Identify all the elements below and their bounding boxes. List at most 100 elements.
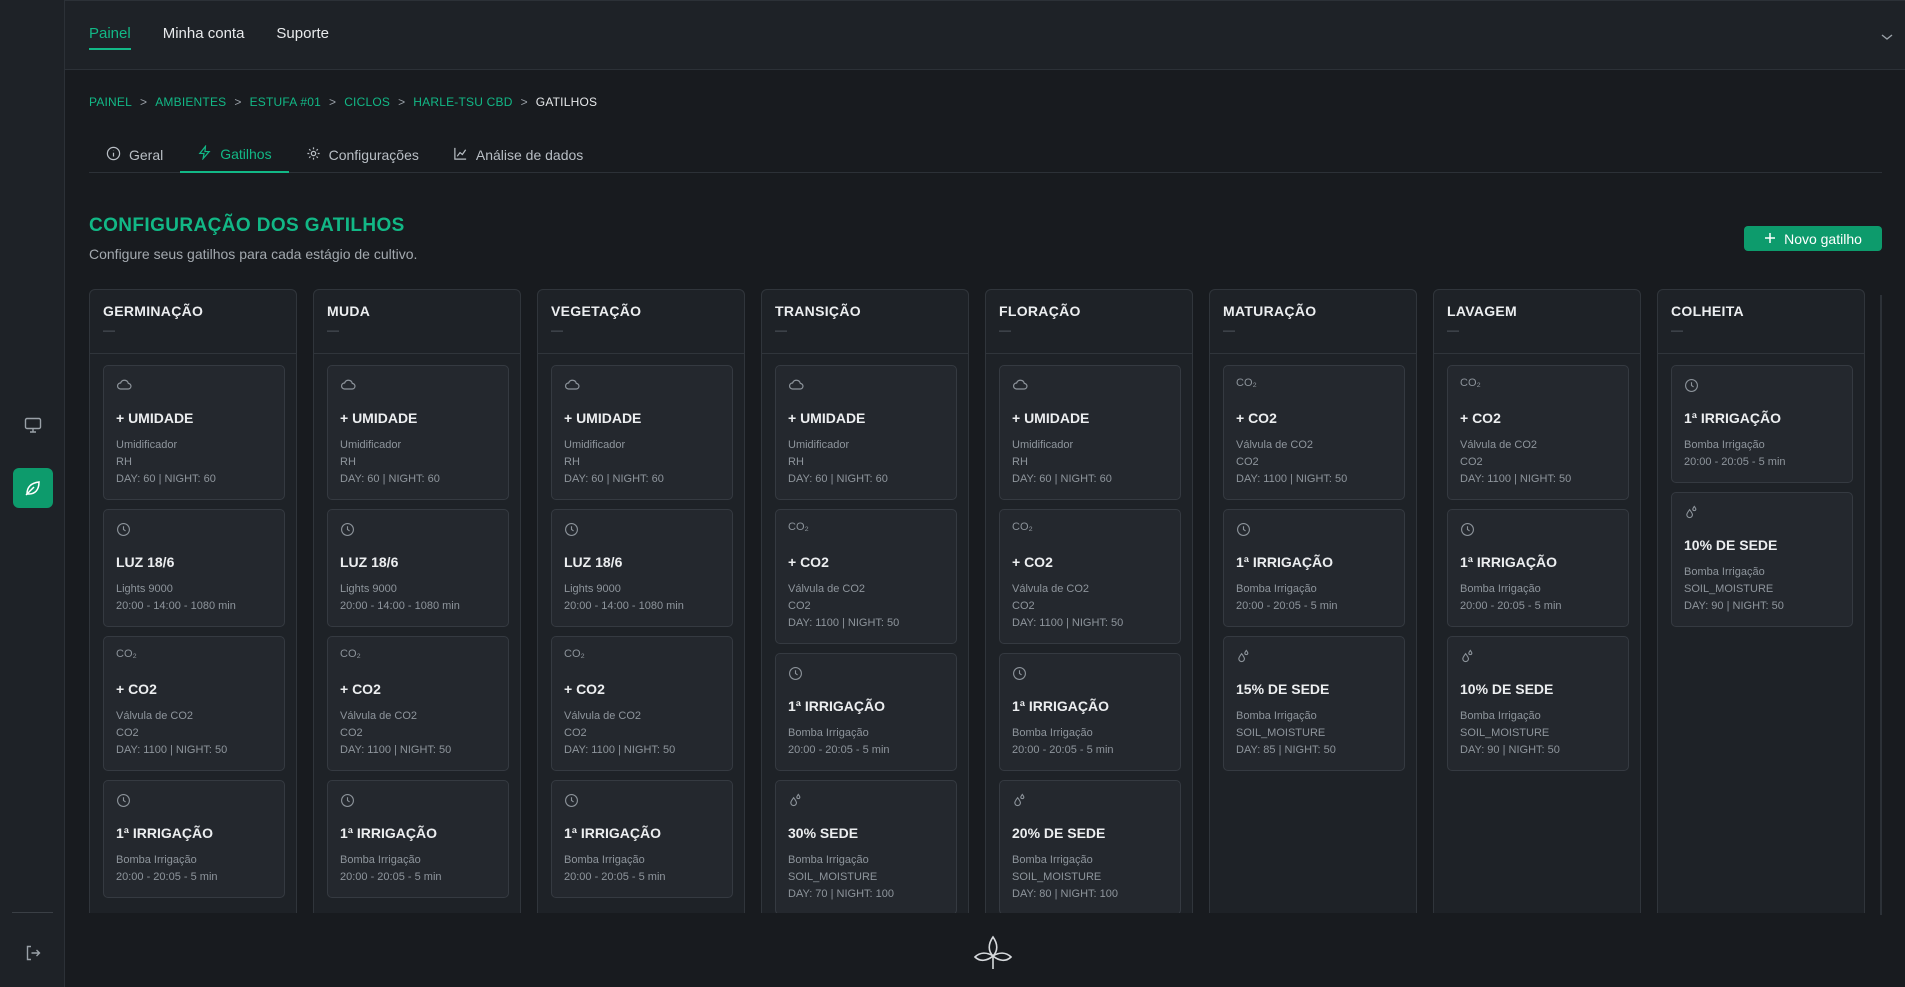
- chart-line-icon: [453, 146, 468, 164]
- trigger-card[interactable]: LUZ 18/6 Lights 9000 20:00 - 14:00 - 1080 …: [327, 509, 509, 627]
- logout-icon[interactable]: [13, 933, 53, 973]
- trigger-card[interactable]: CO₂ + CO2 Válvula de CO2 CO2 DAY: 1100 | NIG…: [775, 509, 957, 644]
- clock-icon: [1684, 378, 1702, 394]
- trigger-detail: DAY: 1100 | NIGHT: 50: [1460, 473, 1572, 485]
- stage-dash: —: [999, 323, 1011, 337]
- trigger-title: LUZ 18/6: [116, 554, 175, 570]
- trigger-card[interactable]: 1ª IRRIGAÇÃO Bomba Irrigação 20:00 - 20:05…: [103, 780, 285, 898]
- trigger-card[interactable]: 1ª IRRIGAÇÃO Bomba Irrigação 20:00 - 20:05…: [1223, 509, 1405, 627]
- trigger-detail: Bomba Irrigação: [1460, 710, 1541, 722]
- tab-gatilhos[interactable]: Gatilhos: [180, 136, 289, 173]
- breadcrumb-ambientes[interactable]: AMBIENTES: [155, 95, 226, 109]
- trigger-card[interactable]: 30% SEDE Bomba Irrigação SOIL_MOISTURE DAY:…: [775, 780, 957, 913]
- stage-dash: —: [1447, 323, 1459, 337]
- drops-icon: [1460, 649, 1478, 665]
- trigger-card[interactable]: 1ª IRRIGAÇÃO Bomba Irrigação 20:00 - 20:05…: [1447, 509, 1629, 627]
- trigger-detail: Bomba Irrigação: [116, 854, 197, 866]
- trigger-card[interactable]: LUZ 18/6 Lights 9000 20:00 - 14:00 - 1080 …: [103, 509, 285, 627]
- trigger-title: 10% DE SEDE: [1684, 537, 1778, 553]
- top-bar: Painel Minha conta Suporte: [65, 0, 1905, 70]
- stage-dash: —: [1223, 323, 1235, 337]
- stage-header: LAVAGEM —: [1434, 290, 1640, 354]
- chevron-down-icon[interactable]: [1881, 29, 1893, 47]
- trigger-title: + CO2: [788, 554, 829, 570]
- logo-icon: [972, 934, 1014, 977]
- trigger-card[interactable]: 1ª IRRIGAÇÃO Bomba Irrigação 20:00 - 20:05…: [775, 653, 957, 771]
- gear-icon: [306, 146, 321, 164]
- nav-minha-conta[interactable]: Minha conta: [163, 25, 245, 50]
- trigger-detail: DAY: 1100 | NIGHT: 50: [116, 744, 228, 756]
- trigger-detail: RH: [1012, 456, 1028, 468]
- cloud-icon: [564, 378, 582, 394]
- cloud-icon: [788, 378, 806, 394]
- trigger-detail: Bomba Irrigação: [1236, 583, 1317, 595]
- monitor-icon[interactable]: [13, 405, 53, 445]
- leaf-icon[interactable]: [13, 468, 53, 508]
- trigger-card[interactable]: LUZ 18/6 Lights 9000 20:00 - 14:00 - 1080 …: [551, 509, 733, 627]
- co2-icon: CO₂: [116, 648, 137, 660]
- breadcrumb-painel[interactable]: PAINEL: [89, 95, 132, 109]
- trigger-card[interactable]: 1ª IRRIGAÇÃO Bomba Irrigação 20:00 - 20:05…: [327, 780, 509, 898]
- breadcrumb: PAINEL > AMBIENTES > ESTUFA #01 > CICLOS…: [89, 95, 597, 109]
- trigger-card[interactable]: + UMIDADE Umidificador RH DAY: 60 | NIGHT: …: [551, 365, 733, 500]
- drops-icon: [788, 793, 806, 809]
- nav-painel[interactable]: Painel: [89, 25, 131, 50]
- trigger-card[interactable]: + UMIDADE Umidificador RH DAY: 60 | NIGHT: …: [327, 365, 509, 500]
- trigger-detail: Válvula de CO2: [340, 710, 418, 722]
- stage-column: TRANSIÇÃO — + UMIDADE Umidificador RH DAY: 60…: [761, 289, 969, 913]
- tab-analise[interactable]: Análise de dados: [436, 136, 600, 173]
- trigger-title: 20% DE SEDE: [1012, 825, 1106, 841]
- stage-dash: —: [327, 323, 339, 337]
- trigger-card[interactable]: + UMIDADE Umidificador RH DAY: 60 | NIGHT: …: [103, 365, 285, 500]
- trigger-detail: DAY: 1100 | NIGHT: 50: [788, 617, 900, 629]
- clock-icon: [116, 522, 134, 538]
- trigger-title: LUZ 18/6: [564, 554, 623, 570]
- rail-divider: [12, 912, 53, 913]
- trigger-detail: Válvula de CO2: [1460, 439, 1538, 451]
- trigger-card[interactable]: CO₂ + CO2 Válvula de CO2 CO2 DAY: 1100 | NIG…: [999, 509, 1181, 644]
- trigger-card[interactable]: 1ª IRRIGAÇÃO Bomba Irrigação 20:00 - 20:05…: [999, 653, 1181, 771]
- trigger-title: 15% DE SEDE: [1236, 681, 1330, 697]
- tab-configuracoes[interactable]: Configurações: [289, 136, 436, 173]
- trigger-detail: RH: [564, 456, 580, 468]
- trigger-detail: RH: [788, 456, 804, 468]
- stages-board: GERMINAÇÃO — + UMIDADE Umidificador RH DAY: 6…: [89, 289, 1882, 913]
- trigger-card[interactable]: 15% DE SEDE Bomba Irrigação SOIL_MOISTURE D…: [1223, 636, 1405, 771]
- trigger-card[interactable]: 10% DE SEDE Bomba Irrigação SOIL_MOISTURE D…: [1671, 492, 1853, 627]
- trigger-card[interactable]: CO₂ + CO2 Válvula de CO2 CO2 DAY: 1100 | NIG…: [327, 636, 509, 771]
- trigger-detail: CO2: [788, 600, 811, 612]
- stage-header: COLHEITA —: [1658, 290, 1864, 354]
- trigger-card[interactable]: 1ª IRRIGAÇÃO Bomba Irrigação 20:00 - 20:05…: [551, 780, 733, 898]
- stage-title: COLHEITA: [1671, 303, 1744, 319]
- breadcrumb-separator: >: [328, 95, 337, 109]
- clock-icon: [1012, 666, 1030, 682]
- breadcrumb-current: GATILHOS: [535, 95, 598, 109]
- trigger-card[interactable]: CO₂ + CO2 Válvula de CO2 CO2 DAY: 1100 | NIG…: [1447, 365, 1629, 500]
- trigger-detail: 20:00 - 20:05 - 5 min: [564, 871, 666, 883]
- trigger-card[interactable]: + UMIDADE Umidificador RH DAY: 60 | NIGHT: …: [775, 365, 957, 500]
- breadcrumb-estufa[interactable]: ESTUFA #01: [250, 95, 321, 109]
- stage-column: FLORAÇÃO — + UMIDADE Umidificador RH DAY: 60 …: [985, 289, 1193, 913]
- trigger-detail: SOIL_MOISTURE: [1684, 583, 1774, 595]
- trigger-title: + CO2: [116, 681, 157, 697]
- clock-icon: [116, 793, 134, 809]
- trigger-card[interactable]: CO₂ + CO2 Válvula de CO2 CO2 DAY: 1100 | NIG…: [551, 636, 733, 771]
- trigger-card[interactable]: CO₂ + CO2 Válvula de CO2 CO2 DAY: 1100 | NIG…: [1223, 365, 1405, 500]
- breadcrumb-ciclos[interactable]: CICLOS: [344, 95, 390, 109]
- trigger-card[interactable]: 1ª IRRIGAÇÃO Bomba Irrigação 20:00 - 20:05…: [1671, 365, 1853, 483]
- trigger-card[interactable]: CO₂ + CO2 Válvula de CO2 CO2 DAY: 1100 | NIG…: [103, 636, 285, 771]
- clock-icon: [564, 793, 582, 809]
- nav-suporte[interactable]: Suporte: [276, 25, 329, 50]
- trigger-detail: Bomba Irrigação: [1684, 439, 1765, 451]
- trigger-card[interactable]: + UMIDADE Umidificador RH DAY: 60 | NIGHT: …: [999, 365, 1181, 500]
- tab-geral[interactable]: Geral: [89, 136, 180, 173]
- trigger-detail: 20:00 - 20:05 - 5 min: [340, 871, 442, 883]
- trigger-card[interactable]: 20% DE SEDE Bomba Irrigação SOIL_MOISTURE D…: [999, 780, 1181, 913]
- stage-column: MATURAÇÃO — CO₂ + CO2 Válvula de CO2 CO2 DAY: …: [1209, 289, 1417, 913]
- trigger-detail: Bomba Irrigação: [1012, 854, 1093, 866]
- breadcrumb-strain[interactable]: HARLE-TSU CBD: [413, 95, 512, 109]
- stage-dash: —: [1671, 323, 1683, 337]
- trigger-title: 1ª IRRIGAÇÃO: [1012, 698, 1109, 714]
- trigger-card[interactable]: 10% DE SEDE Bomba Irrigação SOIL_MOISTURE D…: [1447, 636, 1629, 771]
- new-trigger-button[interactable]: Novo gatilho: [1744, 226, 1882, 251]
